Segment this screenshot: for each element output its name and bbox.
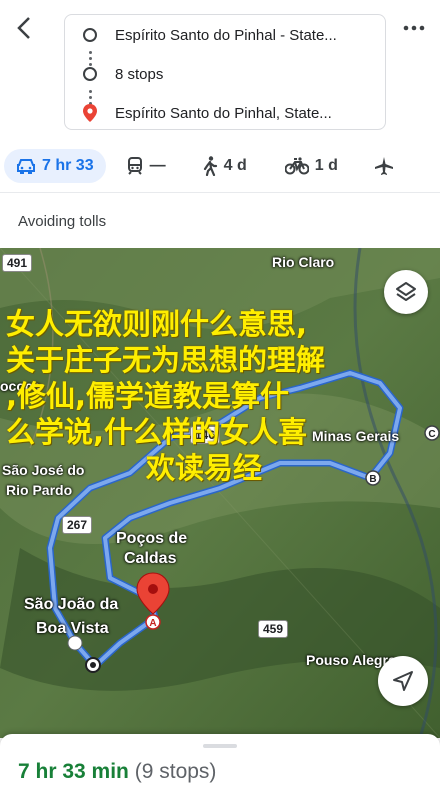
- road-shield-459: 459: [258, 620, 289, 638]
- tab-bike[interactable]: 1 d: [273, 149, 350, 183]
- transit-duration: —: [149, 157, 166, 174]
- navigation-button[interactable]: [378, 656, 428, 706]
- bike-duration: 1 d: [314, 157, 338, 174]
- overlay-line-3: ,修仙,儒学道教是算什: [6, 379, 290, 413]
- route-stops-count: (9 stops): [134, 760, 217, 783]
- back-arrow-icon: [17, 17, 30, 39]
- overlay-line-4: 么学说,什么样的女人喜: [6, 415, 308, 449]
- map-label-boa-vista: Boa Vista: [36, 620, 109, 637]
- tab-drive[interactable]: 7 hr 33: [4, 149, 106, 183]
- stops-row[interactable]: 8 stops: [65, 59, 385, 89]
- more-dots-icon: [403, 25, 425, 31]
- route-duration: 7 hr 33 min: [18, 760, 129, 783]
- route-options-row[interactable]: Avoiding tolls: [0, 192, 440, 248]
- plane-icon: [374, 157, 393, 175]
- tab-transit[interactable]: —: [114, 149, 178, 183]
- map-label-caldas: Caldas: [124, 550, 177, 567]
- train-icon: [127, 157, 142, 175]
- walk-duration: 4 d: [223, 157, 247, 174]
- overlay-line-2: 关于庄子无为思想的理解: [6, 343, 326, 377]
- walk-icon: [203, 156, 217, 176]
- overlay-line-5: 欢读易经: [146, 451, 263, 485]
- map-layers-button[interactable]: [384, 270, 428, 314]
- sheet-drag-handle[interactable]: [203, 744, 237, 748]
- overlay-caption: 女人无欲则刚什么意思, 关于庄子无为思想的理解 ,修仙,儒学道教是算什 么学说,…: [6, 306, 436, 486]
- back-button[interactable]: [10, 10, 38, 46]
- route-map[interactable]: B C A 491 267 459 146 Rio Claro ococa Sã…: [0, 248, 440, 738]
- road-shield-491: 491: [2, 254, 33, 272]
- directions-screen: Espírito Santo do Pinhal - State... 8 st…: [0, 0, 440, 796]
- destination-row[interactable]: Espírito Santo do Pinhal, State...: [65, 98, 385, 128]
- avoid-tolls-label: Avoiding tolls: [18, 213, 107, 230]
- marker-a: A: [149, 618, 156, 629]
- stops-field[interactable]: 8 stops: [115, 66, 377, 83]
- travel-mode-tabs: 7 hr 33 — 4 d 1 d: [0, 140, 440, 192]
- more-options-button[interactable]: [396, 14, 432, 42]
- tab-walk[interactable]: 4 d: [190, 149, 259, 183]
- route-summary: 7 hr 33 min (9 stops): [18, 760, 216, 784]
- origin-row[interactable]: Espírito Santo do Pinhal - State...: [65, 20, 385, 50]
- road-shield-267: 267: [62, 516, 93, 534]
- layers-icon: [396, 282, 416, 301]
- tab-flight[interactable]: [362, 149, 406, 183]
- origin-field[interactable]: Espírito Santo do Pinhal - State...: [115, 27, 377, 44]
- map-label-pocos: Poços de: [116, 530, 188, 547]
- directions-header: Espírito Santo do Pinhal - State... 8 st…: [0, 0, 440, 140]
- bike-icon: [284, 157, 309, 175]
- navigation-arrow-icon: [393, 671, 413, 691]
- map-label-sao-joao: São João da: [24, 596, 119, 613]
- drive-duration: 7 hr 33: [42, 157, 94, 174]
- destination-field[interactable]: Espírito Santo do Pinhal, State...: [115, 105, 377, 122]
- destination-pin-icon: [83, 104, 97, 122]
- route-summary-sheet[interactable]: 7 hr 33 min (9 stops): [0, 734, 440, 796]
- route-card[interactable]: Espírito Santo do Pinhal - State... 8 st…: [64, 14, 386, 130]
- map-label-rio-claro: Rio Claro: [272, 254, 335, 270]
- car-icon: [17, 159, 35, 174]
- overlay-line-1: 女人无欲则刚什么意思,: [6, 307, 308, 341]
- origin-circle-icon: [83, 28, 97, 42]
- stops-circle-icon: [83, 67, 97, 81]
